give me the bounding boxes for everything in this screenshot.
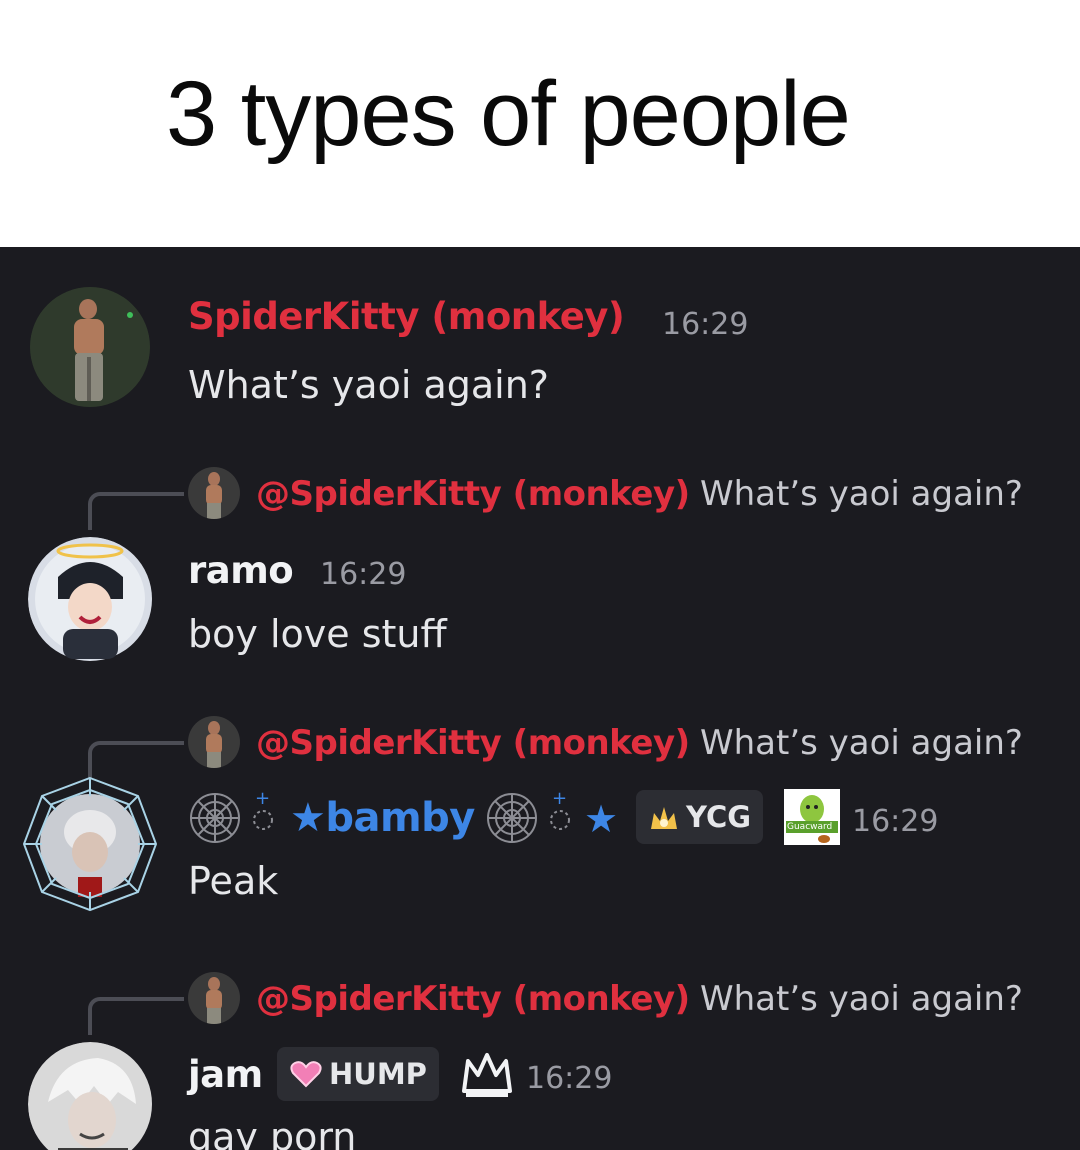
clan-tag-label: YCG [686, 800, 752, 834]
reply-avatar-icon [188, 467, 240, 519]
clan-tag-label: HUMP [329, 1057, 427, 1091]
svg-text:+: + [552, 788, 567, 809]
star-icon: ★ [584, 797, 618, 841]
reply-connector [88, 997, 184, 1035]
sparkle-icon: + [542, 788, 578, 843]
crown-icon [460, 1051, 514, 1104]
username-jam[interactable]: jam [188, 1053, 263, 1096]
shirtless-man-avatar-icon[interactable] [30, 287, 150, 407]
caption-banner: 3 types of people [0, 0, 1080, 247]
svg-text:+: + [255, 788, 270, 809]
message-text: Peak [188, 859, 279, 903]
flame-crown-icon [651, 807, 677, 829]
caption-title: 3 types of people [166, 63, 851, 165]
timestamp: 16:29 [526, 1061, 613, 1096]
reply-preview-text[interactable]: What’s yaoi again? [700, 979, 1023, 1019]
reply-avatar-icon [188, 972, 240, 1024]
timestamp: 16:29 [320, 557, 407, 592]
anime-boy-halo-avatar-icon[interactable] [28, 537, 153, 662]
spiderweb-frame-avatar-icon[interactable] [18, 772, 163, 917]
reply-avatar-icon [188, 716, 240, 768]
message-text: gay porn [188, 1115, 357, 1150]
clan-tag-ycg[interactable]: YCG [636, 790, 764, 844]
message-text: boy love stuff [188, 612, 447, 656]
username-bamby[interactable]: ★bamby [290, 795, 475, 841]
reply-connector [88, 492, 184, 530]
pink-heart-icon [290, 1061, 322, 1088]
message-text: What’s yaoi again? [188, 363, 549, 407]
reply-mention[interactable]: @SpiderKitty (monkey) [256, 723, 690, 763]
clan-tag-hump[interactable]: HUMP [277, 1047, 439, 1101]
spiderweb-icon [188, 791, 242, 850]
username-ramo[interactable]: ramo [188, 549, 294, 592]
timestamp: 16:29 [662, 307, 749, 342]
username-spiderkitty[interactable]: SpiderKitty (monkey) [188, 295, 625, 338]
guacward-avocado-icon: Guacward [784, 789, 840, 845]
reply-mention[interactable]: @SpiderKitty (monkey) [256, 979, 690, 1019]
white-hair-anime-avatar-icon[interactable] [28, 1042, 153, 1150]
sparkle-icon: + [245, 788, 281, 843]
reply-mention[interactable]: @SpiderKitty (monkey) [256, 474, 690, 514]
timestamp: 16:29 [852, 804, 939, 839]
chat-log[interactable]: SpiderKitty (monkey) 16:29 What’s yaoi a… [0, 247, 1080, 1150]
spiderweb-icon [485, 791, 539, 850]
reply-preview-text[interactable]: What’s yaoi again? [700, 723, 1023, 763]
reply-preview-text[interactable]: What’s yaoi again? [700, 474, 1023, 514]
guacward-badge-text: Guacward [787, 822, 833, 832]
